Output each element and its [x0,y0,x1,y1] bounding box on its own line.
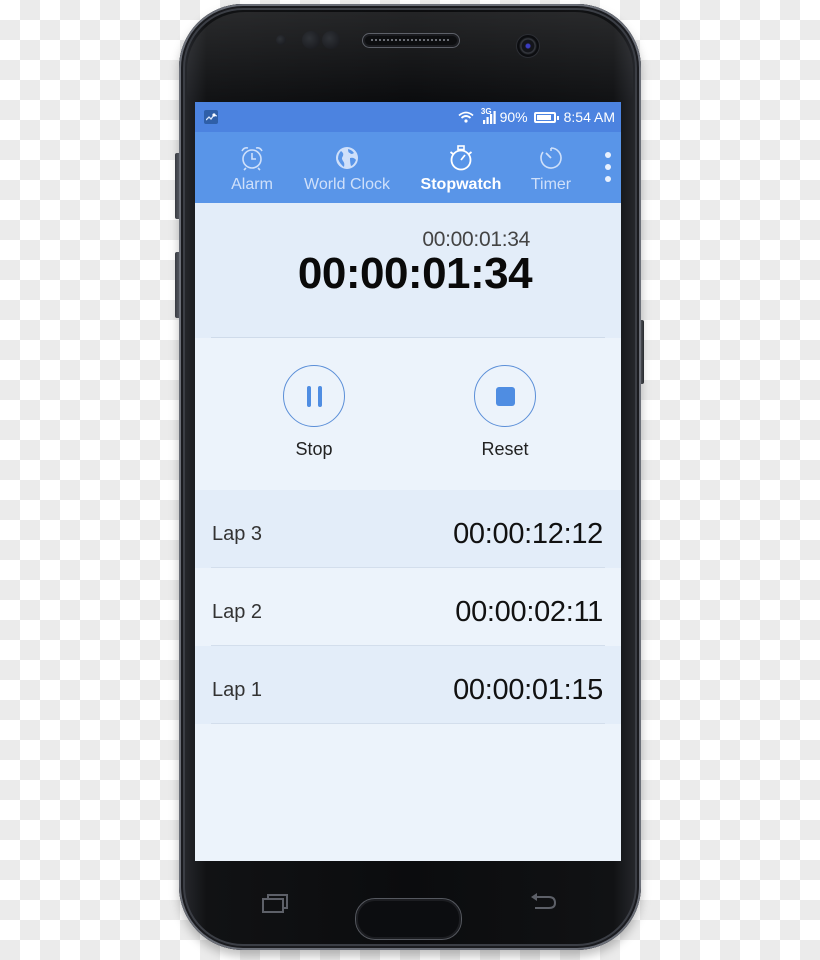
battery-level [536,114,551,120]
tab-world-clock-label: World Clock [304,176,390,193]
earpiece-speaker [362,33,460,48]
tab-alarm-label: Alarm [231,176,273,193]
lap-time: 00:00:12:12 [453,517,603,550]
stop-label: Stop [295,439,333,459]
status-bar: 3G 90% 8:54 AM [195,102,621,132]
lap-label: Lap 3 [212,522,263,545]
app-notification-icon [204,110,218,124]
tab-world-clock[interactable]: World Clock [295,132,399,194]
status-indicators: 3G 90% 8:54 AM [458,102,615,132]
phone-frame: 3G 90% 8:54 AM Alarm World Clock Stopwat… [179,4,641,950]
stop-square-icon [495,386,515,406]
stop-button[interactable]: Stop [264,365,364,460]
battery-icon [533,111,559,123]
controls: Stop Reset [195,338,621,490]
light-sensor [322,31,340,49]
battery-percent: 90% [499,109,528,125]
lap-row: Lap 3 00:00:12:12 [195,490,621,568]
reset-button-circle[interactable] [474,365,536,427]
alarm-clock-icon [241,147,263,171]
lap-row: Lap 1 00:00:01:15 [195,646,621,724]
lap-row: Lap 2 00:00:02:11 [195,568,621,646]
proximity-sensor [276,35,286,45]
screen: 3G 90% 8:54 AM Alarm World Clock Stopwat… [195,102,621,861]
time-display: 00:00:01:34 00:00:01:34 [195,203,621,338]
tab-alarm[interactable]: Alarm [217,132,287,194]
globe-icon [336,147,358,169]
lap-list: Lap 3 00:00:12:12 Lap 2 00:00:02:11 Lap … [195,490,621,724]
lap-time: 00:00:01:15 [453,673,603,706]
network-type: 3G [480,106,492,116]
bottom-bezel [179,861,641,941]
reset-button[interactable]: Reset [455,365,555,460]
more-options-icon[interactable] [602,152,614,182]
reset-label: Reset [481,439,529,459]
dot [605,152,611,158]
tab-stopwatch[interactable]: Stopwatch [409,132,513,194]
dot [605,176,611,182]
home-button[interactable] [355,898,462,940]
iris-sensor [302,31,320,49]
lap-time: 00:00:02:11 [455,595,603,628]
total-elapsed-time: 00:00:01:34 [297,249,533,298]
recent-apps-icon[interactable] [261,892,289,914]
lap-label: Lap 1 [212,678,263,701]
wifi-icon [458,111,474,123]
bezel-gloss [187,12,633,102]
tab-stopwatch-label: Stopwatch [420,176,502,193]
pause-icon [306,385,322,407]
tab-bar: Alarm World Clock Stopwatch Timer [195,132,621,203]
tab-timer[interactable]: Timer [515,132,587,194]
dot [605,164,611,170]
back-icon[interactable] [529,891,559,913]
status-time: 8:54 AM [563,109,615,125]
lap-label: Lap 2 [212,600,263,623]
stop-button-circle[interactable] [283,365,345,427]
timer-icon [540,147,562,169]
stopwatch-icon [449,145,473,171]
front-camera [516,34,540,58]
tab-timer-label: Timer [530,176,572,193]
